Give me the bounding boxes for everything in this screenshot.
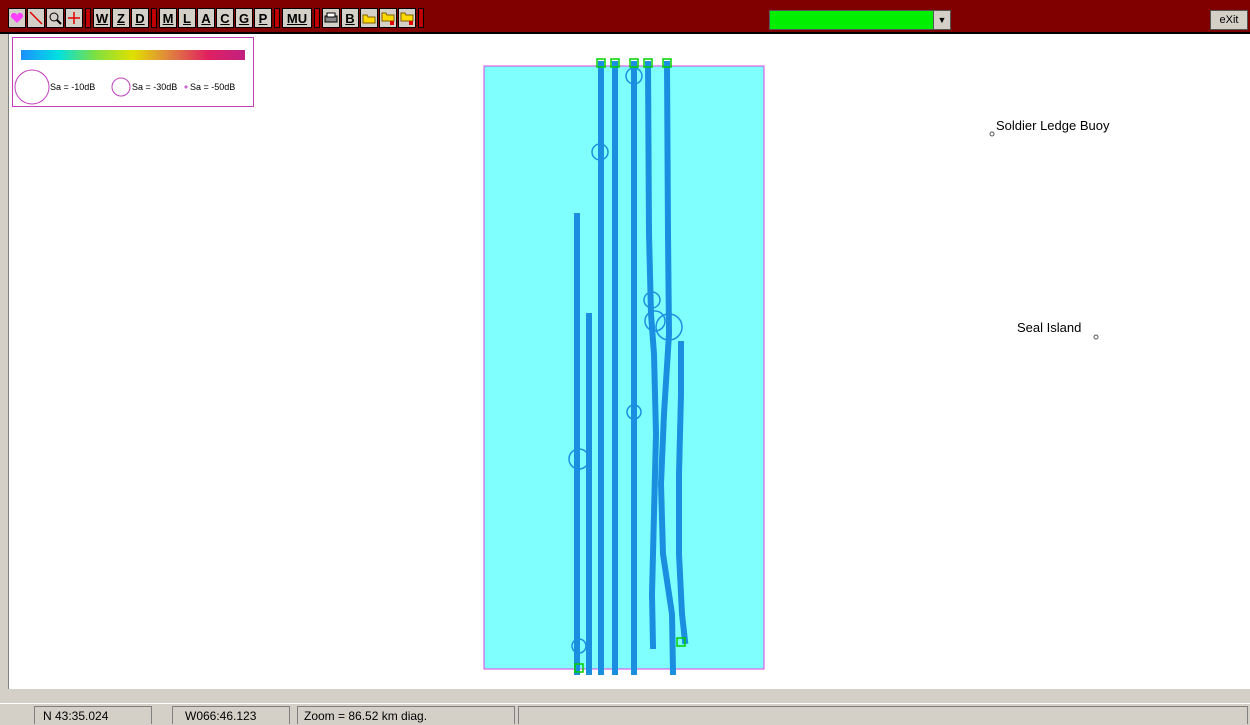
c-button[interactable]: C bbox=[216, 8, 234, 28]
toolbar-separator bbox=[314, 8, 320, 28]
longitude-readout: W066:46.123 bbox=[172, 706, 290, 724]
buoy-marker bbox=[989, 131, 995, 137]
open-folder-button[interactable] bbox=[360, 8, 378, 28]
status-bar: N 43:35.024 W066:46.123 Zoom = 86.52 km … bbox=[0, 703, 1250, 724]
open-folder-m-button[interactable] bbox=[398, 8, 416, 28]
d-button[interactable]: D bbox=[131, 8, 149, 28]
toolbar-separator bbox=[418, 8, 424, 28]
a-button[interactable]: A bbox=[197, 8, 215, 28]
toolbar-separator bbox=[274, 8, 280, 28]
soldier-ledge-buoy-label: Soldier Ledge Buoy bbox=[996, 118, 1110, 133]
latitude-readout: N 43:35.024 bbox=[34, 706, 152, 724]
heart-icon bbox=[10, 12, 24, 23]
map-canvas[interactable]: Sa = -10dB Sa = -30dB Sa = -50dB Soldier… bbox=[8, 34, 1250, 689]
mu-button[interactable]: MU bbox=[282, 8, 312, 28]
folder-m-icon bbox=[400, 12, 414, 25]
seal-island-label: Seal Island bbox=[1017, 320, 1082, 335]
z-button[interactable]: Z bbox=[112, 8, 130, 28]
toolbar: W Z D M L A C G P MU B ▼ eXit bbox=[0, 0, 1250, 34]
exit-button[interactable]: eXit bbox=[1210, 10, 1248, 30]
l-button[interactable]: L bbox=[178, 8, 196, 28]
m-button[interactable]: M bbox=[159, 8, 177, 28]
zoom-readout: Zoom = 86.52 km diag. bbox=[297, 706, 515, 724]
print-button[interactable] bbox=[322, 8, 340, 28]
printer-icon bbox=[324, 12, 338, 23]
line-tool-button[interactable] bbox=[27, 8, 45, 28]
open-folder-r-button[interactable] bbox=[379, 8, 397, 28]
g-button[interactable]: G bbox=[235, 8, 253, 28]
channel-select[interactable]: ▼ bbox=[769, 10, 951, 30]
heart-icon-button[interactable] bbox=[8, 8, 26, 28]
survey-area bbox=[483, 65, 765, 670]
folder-icon bbox=[362, 14, 376, 24]
w-button[interactable]: W bbox=[93, 8, 111, 28]
crosshair-tool-button[interactable] bbox=[65, 8, 83, 28]
b-button[interactable]: B bbox=[341, 8, 359, 28]
line-icon bbox=[29, 11, 43, 25]
island-marker bbox=[1093, 334, 1099, 340]
toolbar-separator bbox=[151, 8, 157, 28]
folder-r-icon bbox=[381, 12, 395, 25]
dropdown-arrow-icon[interactable]: ▼ bbox=[933, 11, 950, 29]
toolbar-separator bbox=[85, 8, 91, 28]
p-button[interactable]: P bbox=[254, 8, 272, 28]
crosshair-icon bbox=[68, 12, 80, 24]
status-empty-panel bbox=[518, 706, 1248, 724]
magnifier-icon bbox=[49, 12, 62, 25]
zoom-tool-button[interactable] bbox=[46, 8, 64, 28]
